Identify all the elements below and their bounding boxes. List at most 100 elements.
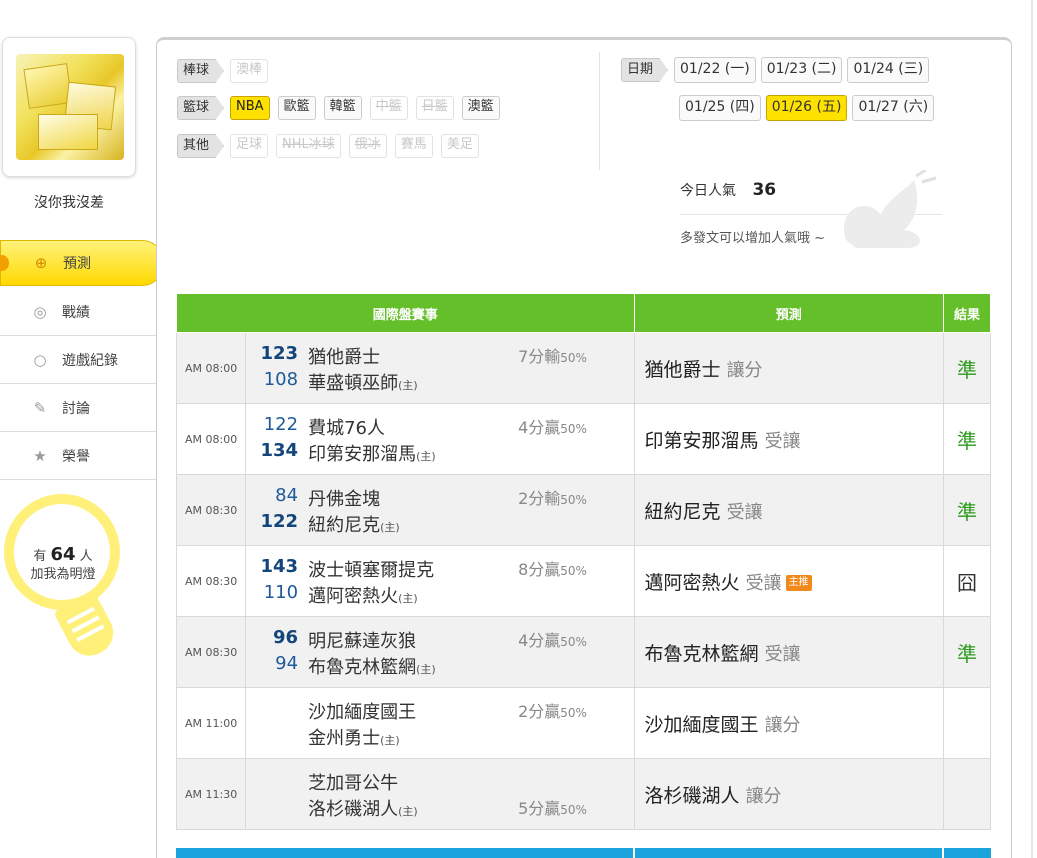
handicap-pct: 50%: [560, 564, 587, 578]
team-name[interactable]: 沙加緬度國王: [308, 698, 416, 724]
team-name[interactable]: 布魯克林籃網(主): [308, 653, 436, 679]
team-name-text: 紐約尼克: [308, 515, 381, 536]
team-name[interactable]: 猶他爵士: [308, 343, 380, 369]
team-name[interactable]: 明尼蘇達灰狼: [308, 627, 416, 653]
scrollbar[interactable]: [1031, 0, 1033, 858]
prediction-cell: 紐約尼克 受讓: [633, 474, 944, 546]
match-cell: 芝加哥公牛 洛杉磯湖人(主) 5分贏50%: [245, 758, 635, 830]
username[interactable]: 沒你我沒差: [0, 192, 138, 212]
match-time: AM 08:30: [175, 545, 247, 617]
filter-category-basketball[interactable]: 籃球: [177, 96, 225, 120]
result-badge: 準: [942, 403, 992, 475]
prediction-cell: 邁阿密熱火 受讓 主推: [633, 545, 944, 617]
result-badge: 準: [942, 332, 992, 404]
table-row[interactable]: AM 08:30 143 波士頓塞爾提克 8分贏50% 110 邁阿密熱火(主) 邁阿密熱火…: [175, 545, 992, 617]
date-option-row2-0[interactable]: 01/25 (四): [679, 95, 761, 121]
team-name[interactable]: 費城76人: [308, 414, 385, 440]
team-name[interactable]: 洛杉磯湖人(主): [308, 795, 418, 821]
handicap-pct: 50%: [560, 493, 587, 507]
handicap: 2分輸50%: [518, 485, 587, 509]
match-time: AM 08:30: [175, 616, 247, 688]
filter-option-basketball-1[interactable]: 歐籃: [277, 96, 316, 120]
header-result: 結果: [942, 293, 992, 333]
team-name[interactable]: 紐約尼克(主): [308, 511, 400, 537]
team-line-home: 134 印第安那溜馬(主): [246, 440, 633, 466]
team-score: 110: [263, 582, 299, 603]
home-mark: (主): [398, 592, 418, 605]
match-cell: 143 波士頓塞爾提克 8分贏50% 110 邁阿密熱火(主): [245, 545, 635, 617]
team-name[interactable]: 金州勇士(主): [308, 724, 400, 750]
team-name-text: 波士頓塞爾提克: [308, 560, 435, 581]
fans-widget: 有 64 人 加我為明燈: [0, 494, 124, 664]
team-name[interactable]: 波士頓塞爾提克: [308, 556, 434, 582]
menu-item-1[interactable]: ◎ 戰績: [0, 288, 158, 336]
filter-row-basketball: 籃球 NBA 歐籃 韓籃 中籃 日籃 澳籃: [177, 95, 508, 121]
team-line-home: 110 邁阿密熱火(主): [246, 582, 633, 608]
menu-item-2[interactable]: ○ 遊戲紀錄: [0, 336, 158, 384]
team-name-text: 費城76人: [308, 418, 385, 439]
date-option-row1-2[interactable]: 01/24 (三): [847, 57, 930, 83]
team-name-text: 丹佛金塊: [308, 489, 381, 510]
team-line-away: 122 費城76人 4分贏50%: [246, 414, 633, 440]
prediction-type: 受讓: [764, 643, 801, 665]
menu-item-label: 討論: [62, 400, 90, 417]
menu-item-3[interactable]: ✎ 討論: [0, 384, 158, 432]
table-row[interactable]: AM 11:00 沙加緬度國王 2分贏50% 金州勇士(主) 沙加緬度國王 讓分: [175, 687, 992, 759]
prediction-team: 猶他爵士: [644, 358, 721, 381]
prediction-cell: 印第安那溜馬 受讓: [633, 403, 944, 475]
prediction-team: 布魯克林籃網: [644, 642, 759, 665]
table-row[interactable]: AM 08:30 84 丹佛金塊 2分輸50% 122 紐約尼克(主) 紐約尼克 受讓準: [175, 474, 992, 546]
date-option-row1-1[interactable]: 01/23 (二): [760, 57, 843, 83]
team-name-text: 沙加緬度國王: [308, 702, 417, 723]
table-row[interactable]: AM 08:30 96 明尼蘇達灰狼 4分贏50% 94 布魯克林籃網(主) 布魯克林籃網受…: [175, 616, 992, 688]
handicap-text: 4分贏: [518, 631, 561, 650]
date-row-1: 日期 01/22 (一) 01/23 (二) 01/24 (三): [621, 57, 934, 83]
match-time: AM 11:30: [175, 758, 247, 830]
home-mark: (主): [380, 521, 400, 534]
avatar-card: [2, 37, 136, 177]
handicap: 7分輸50%: [518, 343, 587, 367]
filter-option-basketball-5[interactable]: 澳籃: [461, 96, 500, 120]
result-badge: 囧: [942, 545, 992, 617]
team-name[interactable]: 邁阿密熱火(主): [308, 582, 418, 608]
avatar[interactable]: [16, 54, 124, 160]
team-name-text: 邁阿密熱火: [308, 586, 399, 607]
date-option-row1-0[interactable]: 01/22 (一): [674, 57, 756, 83]
match-cell: 122 費城76人 4分贏50% 134 印第安那溜馬(主): [245, 403, 635, 475]
table-row[interactable]: AM 11:30 芝加哥公牛 洛杉磯湖人(主) 5分贏50% 洛杉磯湖人 讓分: [175, 758, 992, 830]
menu-item-4[interactable]: ★ 榮譽: [0, 432, 158, 480]
date-option-row2-1[interactable]: 01/26 (五): [765, 95, 848, 121]
ring-icon: ○: [33, 350, 47, 369]
filter-option-basketball-0[interactable]: NBA: [230, 96, 270, 120]
team-name[interactable]: 芝加哥公牛: [308, 769, 398, 795]
filter-category-other[interactable]: 其他: [177, 134, 225, 158]
menu-item-0[interactable]: ⊕ 預測: [0, 240, 164, 286]
table-row[interactable]: AM 08:00 123 猶他爵士 7分輸50% 108 華盛頓巫師(主) 猶他爵士 讓分準: [175, 332, 992, 404]
team-line-home: 122 紐約尼克(主): [246, 511, 633, 537]
team-line-home: 洛杉磯湖人(主) 5分贏50%: [246, 795, 633, 821]
prediction-cell: 布魯克林籃網 受讓: [633, 616, 944, 688]
medal-icon: ★: [33, 446, 47, 465]
home-mark: (主): [398, 805, 418, 818]
filter-option-other-3: 賽馬: [394, 134, 433, 158]
filter-category-baseball[interactable]: 棒球: [177, 59, 225, 83]
team-name-text: 金州勇士: [308, 728, 381, 749]
team-line-away: 143 波士頓塞爾提克 8分贏50%: [246, 556, 633, 582]
team-name[interactable]: 華盛頓巫師(主): [308, 369, 418, 395]
table-row[interactable]: AM 08:00 122 費城76人 4分贏50% 134 印第安那溜馬(主) 印第安那溜馬…: [175, 403, 992, 475]
team-line-away: 84 丹佛金塊 2分輸50%: [246, 485, 633, 511]
team-name[interactable]: 丹佛金塊: [308, 485, 380, 511]
date-option-row2-2[interactable]: 01/27 (六): [852, 95, 935, 121]
team-name-text: 洛杉磯湖人: [308, 799, 399, 820]
team-line-away: 芝加哥公牛: [246, 769, 633, 795]
team-name-text: 明尼蘇達灰狼: [308, 631, 417, 652]
record-icon: ◎: [33, 302, 47, 321]
team-score: 94: [275, 653, 299, 674]
result-badge: 準: [942, 474, 992, 546]
handicap: 2分贏50%: [518, 698, 587, 722]
prediction-type: 讓分: [726, 359, 763, 381]
filter-option-other-0: 足球: [230, 134, 269, 158]
match-time: AM 08:30: [175, 474, 247, 546]
filter-option-basketball-2[interactable]: 韓籃: [323, 96, 362, 120]
team-name[interactable]: 印第安那溜馬(主): [308, 440, 436, 466]
